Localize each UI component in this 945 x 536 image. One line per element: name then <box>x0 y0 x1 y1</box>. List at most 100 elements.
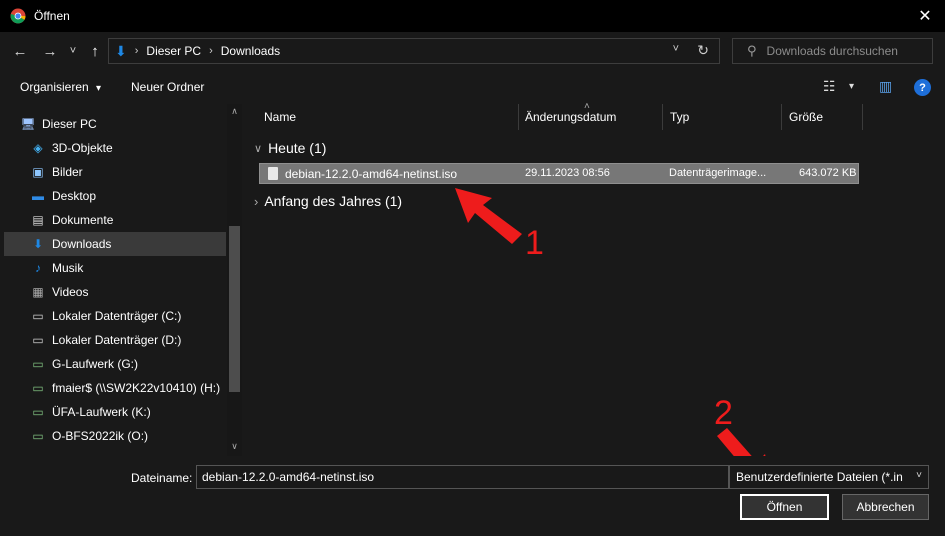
open-button[interactable]: Öffnen <box>740 494 829 520</box>
preview-pane-icon[interactable]: ▥ <box>879 78 892 95</box>
view-options-icon[interactable]: ☷ <box>823 78 836 95</box>
column-divider[interactable] <box>862 104 863 130</box>
title-bar: Öffnen ✕ <box>0 0 945 32</box>
group-label: Heute (1) <box>268 140 327 156</box>
sidebar-item-dokumente[interactable]: ▤ Dokumente <box>4 208 226 232</box>
file-date: 29.11.2023 08:56 <box>525 167 610 179</box>
cancel-button[interactable]: Abbrechen <box>842 494 929 520</box>
sidebar-item-label: fmaier$ (\\SW2K22v10410) (H:) <box>52 381 221 395</box>
sidebar-item-dieser-pc[interactable]: 🖥 Dieser PC <box>4 112 226 136</box>
organize-dropdown-icon: ▾ <box>96 83 102 94</box>
forward-arrow-icon[interactable]: → <box>40 40 60 62</box>
address-dropdown-icon[interactable]: ˅ <box>673 43 679 55</box>
download-folder-icon: ⬇ <box>115 42 127 59</box>
search-icon: ⚲ <box>747 43 757 58</box>
column-divider[interactable] <box>662 104 663 130</box>
network-drive-icon: ▭ <box>32 381 44 395</box>
sidebar-item-videos[interactable]: ▦ Videos <box>4 280 226 304</box>
download-arrow-icon: ⬇ <box>32 237 44 251</box>
column-divider[interactable] <box>781 104 782 130</box>
sidebar-item-label: Dokumente <box>52 213 114 227</box>
breadcrumb-downloads[interactable]: Downloads <box>221 44 280 58</box>
breadcrumb-dieser-pc[interactable]: Dieser PC <box>146 44 201 58</box>
desktop-icon: ▬ <box>32 189 44 203</box>
filter-dropdown-icon: ˅ <box>916 470 922 481</box>
sidebar-item-downloads[interactable]: ⬇ Downloads <box>4 232 226 256</box>
column-header-date[interactable]: Änderungsdatum <box>525 110 616 124</box>
sidebar-item-bilder[interactable]: ▣ Bilder <box>4 160 226 184</box>
breadcrumb-separator: › <box>134 45 139 57</box>
sidebar-item-label: Dieser PC <box>42 117 97 131</box>
back-arrow-icon[interactable]: ← <box>10 40 30 62</box>
sidebar-item-label: 3D-Objekte <box>52 141 113 155</box>
organize-button[interactable]: Organisieren ▾ <box>20 80 101 94</box>
sidebar-item-desktop[interactable]: ▬ Desktop <box>4 184 226 208</box>
column-header-size[interactable]: Größe <box>789 110 823 124</box>
filename-input[interactable]: debian-12.2.0-amd64-netinst.iso <box>196 465 729 489</box>
sidebar-item-label: O-BFS2022ik (O:) <box>52 429 149 443</box>
search-input[interactable]: ⚲ Downloads durchsuchen <box>732 38 933 64</box>
group-header-heute[interactable]: ∨ Heute (1) <box>254 140 326 156</box>
command-toolbar: Organisieren ▾ Neuer Ordner ☷ ▾ ▥ ? <box>0 70 945 104</box>
video-icon: ▦ <box>32 285 44 299</box>
sidebar-item-o-bfs2022ik-o[interactable]: ▭ O-BFS2022ik (O:) <box>4 424 226 448</box>
file-size: 643.072 KB <box>799 167 857 179</box>
close-icon[interactable]: ✕ <box>913 4 937 28</box>
sidebar-item-üfa-laufwerk-k[interactable]: ▭ ÜFA-Laufwerk (K:) <box>4 400 226 424</box>
group-label: Anfang des Jahres (1) <box>264 193 403 209</box>
sidebar-item-label: Musik <box>52 261 84 275</box>
recent-locations-chevron-icon[interactable]: ˅ <box>63 40 83 62</box>
sidebar-item-fmaier-sw2k22v10410-h[interactable]: ▭ fmaier$ (\\SW2K22v10410) (H:) <box>4 376 226 400</box>
sidebar-item-g-laufwerk-g[interactable]: ▭ G-Laufwerk (G:) <box>4 352 226 376</box>
navigation-pane: 🖥 Dieser PC ◈ 3D-Objekte ▣ Bilder ▬ Desktop ▤ Dok… <box>0 104 242 456</box>
cube-icon: ◈ <box>33 141 43 155</box>
sidebar-item-label: ÜFA-Laufwerk (K:) <box>52 405 151 419</box>
group-header-anfang-des-jahres[interactable]: › Anfang des Jahres (1) <box>254 193 402 209</box>
refresh-icon[interactable]: ↻ <box>697 42 709 59</box>
scroll-down-icon[interactable]: ∨ <box>229 441 240 455</box>
documents-icon: ▤ <box>32 213 44 227</box>
sidebar-item-3d-objekte[interactable]: ◈ 3D-Objekte <box>4 136 226 160</box>
organize-label: Organisieren <box>20 80 89 94</box>
scroll-up-icon[interactable]: ∧ <box>229 106 240 120</box>
group-expand-chevron-icon: › <box>254 193 259 209</box>
sidebar-item-label: Videos <box>52 285 89 299</box>
group-collapse-chevron-icon: ∨ <box>254 142 263 155</box>
help-icon[interactable]: ? <box>914 79 931 96</box>
file-type-filter-value: Benutzerdefinierte Dateien (*.in <box>736 470 903 484</box>
sidebar-item-label: Lokaler Datenträger (D:) <box>52 333 182 347</box>
new-folder-button[interactable]: Neuer Ordner <box>131 80 204 94</box>
drive-icon: ▭ <box>32 309 44 323</box>
annotation-arrow-1 <box>455 188 522 244</box>
breadcrumb-separator: › <box>209 45 213 57</box>
music-icon: ♪ <box>35 261 41 275</box>
annotation-number-1: 1 <box>525 224 544 262</box>
sidebar-item-label: Bilder <box>52 165 83 179</box>
address-bar[interactable]: ⬇ › Dieser PC › Downloads ˅ ↻ <box>108 38 720 64</box>
file-type: Datenträgerimage... <box>669 167 767 179</box>
file-row-selected[interactable]: debian-12.2.0-amd64-netinst.iso 29.11.20… <box>259 163 859 184</box>
column-divider[interactable] <box>518 104 519 130</box>
network-drive-icon: ▭ <box>32 429 44 443</box>
file-list: Name ˄ Änderungsdatum Typ Größe ∨ Heute … <box>242 101 945 456</box>
disc-image-file-icon <box>268 167 278 180</box>
navigation-bar: ← → ˅ ↑ ⬇ › Dieser PC › Downloads ˅ ↻ ⚲ … <box>0 32 945 70</box>
scroll-thumb[interactable] <box>229 226 240 392</box>
column-header-name[interactable]: Name <box>264 110 296 124</box>
chrome-icon <box>10 8 26 24</box>
view-dropdown-icon[interactable]: ▾ <box>849 81 854 92</box>
sidebar-item-lokaler-datenträger-d[interactable]: ▭ Lokaler Datenträger (D:) <box>4 328 226 352</box>
sidebar-item-label: Lokaler Datenträger (C:) <box>52 309 182 323</box>
sidebar-item-lokaler-datenträger-c[interactable]: ▭ Lokaler Datenträger (C:) <box>4 304 226 328</box>
file-type-filter-select[interactable]: Benutzerdefinierte Dateien (*.in ˅ <box>729 465 929 489</box>
sidebar-scrollbar[interactable]: ∧ ∨ <box>227 104 242 456</box>
up-arrow-icon[interactable]: ↑ <box>85 40 105 62</box>
search-placeholder: Downloads durchsuchen <box>766 44 898 58</box>
dialog-footer: Dateiname: debian-12.2.0-amd64-netinst.i… <box>0 456 945 536</box>
file-name: debian-12.2.0-amd64-netinst.iso <box>285 167 458 181</box>
sidebar-item-musik[interactable]: ♪ Musik <box>4 256 226 280</box>
column-header-type[interactable]: Typ <box>670 110 689 124</box>
sidebar-item-label: G-Laufwerk (G:) <box>52 357 139 371</box>
pictures-icon: ▣ <box>32 165 44 179</box>
window-title: Öffnen <box>34 9 70 23</box>
